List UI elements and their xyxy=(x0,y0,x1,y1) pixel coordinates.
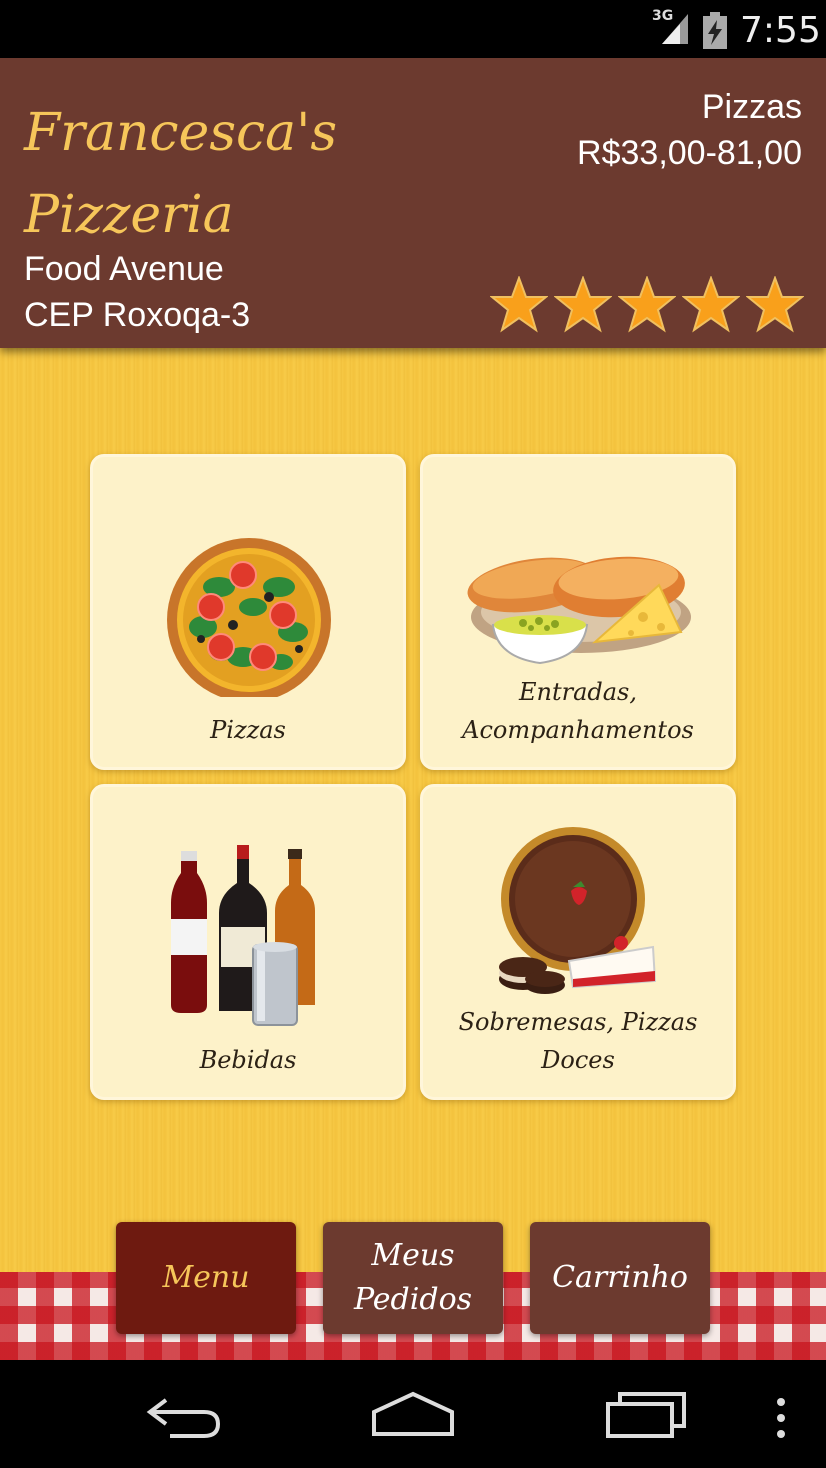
restaurant-name: Francesca's Pizzeria xyxy=(24,103,338,245)
back-icon[interactable] xyxy=(144,1390,224,1440)
bread-cheese-icon xyxy=(467,556,691,665)
tab-carrinho[interactable]: Carrinho xyxy=(530,1222,710,1334)
address-line-1: Food Avenue xyxy=(24,250,224,288)
category-label: Sobremesas, Pizzas Doces xyxy=(458,1008,698,1074)
tab-label: Carrinho xyxy=(552,1260,688,1295)
recent-apps-icon[interactable] xyxy=(604,1390,688,1440)
clock: 7:55 xyxy=(740,10,821,51)
category-label: Entradas, Acompanhamentos xyxy=(462,678,694,744)
category-tile-pizzas[interactable]: Pizzas xyxy=(90,454,406,770)
tab-label: Meus Pedidos xyxy=(353,1238,473,1317)
price-range: R$33,00-81,00 xyxy=(577,134,802,172)
overflow-menu-icon[interactable] xyxy=(774,1396,788,1440)
star-icon xyxy=(554,276,612,333)
category-tile-bebidas[interactable]: Bebidas xyxy=(90,784,406,1100)
restaurant-header: Francesca's Pizzeria Food Avenue CEP Rox… xyxy=(0,58,826,348)
star-icon xyxy=(682,276,740,333)
tab-meus-pedidos[interactable]: Meus Pedidos xyxy=(323,1222,503,1334)
pizza-icon xyxy=(167,538,331,697)
dessert-icon xyxy=(499,827,657,994)
tab-label: Menu xyxy=(162,1260,250,1295)
restaurant-address: Food Avenue CEP Roxoqa-3 xyxy=(24,246,250,338)
category-tile-sobremesas[interactable]: Sobremesas, Pizzas Doces xyxy=(420,784,736,1100)
star-icon xyxy=(746,276,804,333)
rating-stars xyxy=(490,276,804,334)
home-icon[interactable] xyxy=(370,1390,456,1440)
system-nav-bar xyxy=(0,1360,826,1468)
tab-menu[interactable]: Menu xyxy=(116,1222,296,1334)
signal-icon xyxy=(662,14,688,44)
battery-icon xyxy=(703,12,727,49)
star-icon xyxy=(490,276,548,333)
restaurant-info: Pizzas R$33,00-81,00 xyxy=(577,84,802,176)
category-label: Bebidas xyxy=(199,1046,297,1074)
star-icon xyxy=(618,276,676,333)
status-bar: 3G 7:55 xyxy=(0,0,826,58)
category-label: Pizzas xyxy=(210,716,286,744)
address-line-2: CEP Roxoqa-3 xyxy=(24,296,251,334)
category-tile-entradas[interactable]: Entradas, Acompanhamentos xyxy=(420,454,736,770)
restaurant-category: Pizzas xyxy=(701,88,802,126)
drinks-icon xyxy=(171,845,315,1026)
